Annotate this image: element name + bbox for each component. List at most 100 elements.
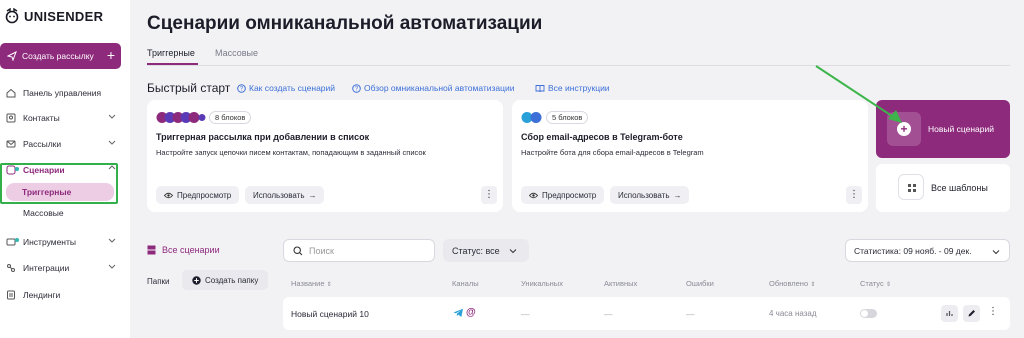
notification-dot xyxy=(15,167,19,171)
sidebar-item-landings[interactable]: Лендинги xyxy=(6,286,118,304)
help-icon: ? xyxy=(237,83,246,93)
folder-stack-icon xyxy=(147,245,156,255)
eye-icon xyxy=(164,192,173,198)
eye-icon xyxy=(529,192,538,198)
link-all-instructions[interactable]: Все инструкции xyxy=(535,83,610,93)
new-scenario-button[interactable]: + Новый сценарий xyxy=(876,100,1010,158)
paper-plane-icon xyxy=(7,51,17,61)
home-icon xyxy=(6,88,16,98)
column-header-unique: Уникальных xyxy=(521,279,563,288)
column-header-status[interactable]: Статус ⇕ xyxy=(860,279,891,288)
errors-value: — xyxy=(686,309,695,319)
all-scenarios-filter[interactable]: Все сценарии xyxy=(147,245,220,255)
edit-button[interactable] xyxy=(963,305,980,322)
create-campaign-label: Создать рассылку xyxy=(22,51,94,61)
card-description: Настройте запуск цепочки писем контактам… xyxy=(156,148,426,157)
sidebar-item-label: Интеграции xyxy=(23,263,70,273)
blocks-badge: 5 блоков xyxy=(546,111,589,124)
help-icon: ? xyxy=(352,83,361,93)
column-header-name[interactable]: Название ⇕ xyxy=(291,279,332,288)
use-button[interactable]: Использовать → xyxy=(610,186,690,204)
card-description: Настройте бота для сбора email-адресов в… xyxy=(521,148,704,157)
email-icon: @ xyxy=(466,307,476,318)
use-button[interactable]: Использовать → xyxy=(245,186,325,204)
table-row[interactable]: Новый сценарий 10 @ — — — 4 часа назад ⋮ xyxy=(283,297,1010,330)
chevron-down-icon xyxy=(108,114,116,119)
book-icon xyxy=(535,84,545,92)
create-campaign-button[interactable]: Создать рассылку + xyxy=(0,43,121,69)
create-folder-button[interactable]: Создать папку xyxy=(182,270,268,290)
column-header-channels: Каналы xyxy=(452,279,479,288)
sidebar-subitem-trigger[interactable]: Триггерные xyxy=(6,183,114,201)
status-toggle[interactable] xyxy=(860,309,877,318)
telegram-icon xyxy=(453,308,463,317)
card-title: Сбор email-адресов в Telegram-боте xyxy=(521,132,683,142)
logo[interactable]: UNISENDER xyxy=(4,8,103,24)
sidebar-item-dashboard[interactable]: Панель управления xyxy=(6,84,118,102)
integrations-icon xyxy=(7,264,15,272)
preview-label: Предпросмотр xyxy=(542,190,597,200)
stats-period-label: Статистика: 09 нояб. - 09 дек. xyxy=(854,245,972,256)
chevron-up-icon xyxy=(108,165,116,170)
channel-icons xyxy=(521,112,542,123)
add-icon-box: + xyxy=(887,112,921,146)
sidebar: UNISENDER Создать рассылку + Панель упра… xyxy=(0,0,130,338)
use-label: Использовать xyxy=(618,190,670,200)
stats-period-dropdown[interactable]: Статистика: 09 нояб. - 09 дек. xyxy=(845,239,1010,262)
link-label: Все инструкции xyxy=(548,83,610,93)
sidebar-item-contacts[interactable]: Контакты xyxy=(6,109,118,127)
chevron-down-icon xyxy=(108,264,116,269)
plus-circle-icon: + xyxy=(897,122,911,136)
scenario-name[interactable]: Новый сценарий 10 xyxy=(291,309,369,319)
sidebar-item-tools[interactable]: Инструменты xyxy=(6,233,118,251)
arrow-right-icon: → xyxy=(308,190,317,200)
tab-mass[interactable]: Массовые xyxy=(215,48,258,58)
plus-icon: + xyxy=(106,47,115,63)
sidebar-item-campaigns[interactable]: Рассылки xyxy=(6,135,118,153)
search-placeholder: Поиск xyxy=(309,245,334,256)
all-scenarios-label: Все сценарии xyxy=(162,245,220,255)
page-title: Сценарии омниканальной автоматизации xyxy=(147,13,543,34)
status-filter-dropdown[interactable]: Статус: все xyxy=(443,239,529,262)
preview-button[interactable]: Предпросмотр xyxy=(156,186,240,204)
grid-icon xyxy=(898,174,924,200)
more-icon[interactable]: ⋮ xyxy=(846,186,862,204)
more-icon[interactable]: ⋮ xyxy=(988,306,998,317)
sidebar-item-label: Сценарии xyxy=(23,165,65,175)
all-templates-button[interactable]: Все шаблоны xyxy=(876,164,1010,212)
card-title: Триггерная рассылка при добавлении в спи… xyxy=(156,132,370,142)
all-templates-label: Все шаблоны xyxy=(931,183,988,193)
create-folder-label: Создать папку xyxy=(205,275,259,285)
tab-trigger[interactable]: Триггерные xyxy=(147,48,195,58)
preview-label: Предпросмотр xyxy=(177,190,232,200)
sort-icon: ⇕ xyxy=(885,282,891,288)
search-input[interactable]: Поиск xyxy=(283,239,435,262)
sidebar-item-label: Инструменты xyxy=(23,237,77,247)
arrow-right-icon: → xyxy=(673,190,682,200)
link-overview[interactable]: ? Обзор омниканальной автоматизации xyxy=(352,83,515,93)
column-label: Название xyxy=(291,279,325,288)
plus-circle-icon xyxy=(192,275,201,285)
template-card[interactable]: 5 блоков Сбор email-адресов в Telegram-б… xyxy=(512,100,868,212)
sidebar-item-integrations[interactable]: Интеграции xyxy=(6,259,118,277)
updated-value: 4 часа назад xyxy=(769,309,817,318)
more-icon[interactable]: ⋮ xyxy=(481,186,497,204)
use-label: Использовать xyxy=(253,190,305,200)
blocks-badge: 8 блоков xyxy=(209,111,252,124)
sidebar-item-scenarios[interactable]: Сценарии xyxy=(6,161,118,179)
sort-icon: ⇕ xyxy=(810,282,816,288)
template-card[interactable]: 8 блоков Триггерная рассылка при добавле… xyxy=(147,100,503,212)
logo-icon xyxy=(5,8,19,24)
column-header-updated[interactable]: Обновлено ⇕ xyxy=(769,279,815,288)
sidebar-item-label: Лендинги xyxy=(23,290,61,300)
link-how-to-create[interactable]: ? Как создать сценарий xyxy=(237,83,335,93)
tabs-divider xyxy=(147,65,1010,66)
column-header-active: Активных xyxy=(604,279,638,288)
mail-icon xyxy=(6,140,16,148)
preview-button[interactable]: Предпросмотр xyxy=(521,186,605,204)
sidebar-subitem-mass[interactable]: Массовые xyxy=(23,208,64,218)
sidebar-item-label: Контакты xyxy=(23,113,60,123)
column-label: Обновлено xyxy=(769,279,809,288)
stats-button[interactable] xyxy=(941,305,958,322)
active-tab-indicator xyxy=(147,63,198,65)
